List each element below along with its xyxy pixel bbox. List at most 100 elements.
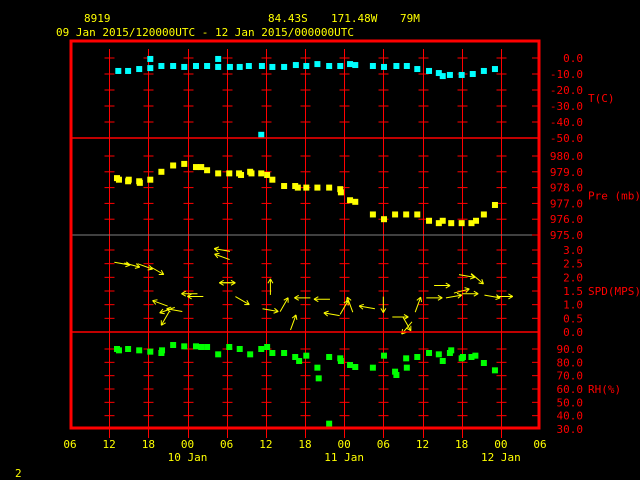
rh-point (192, 343, 199, 350)
temp-point (236, 63, 243, 70)
station-latitude: 84.43S (268, 12, 308, 25)
rh-point (435, 351, 442, 358)
y-tick-label: 0.0 (563, 52, 583, 65)
temp-point (245, 63, 252, 69)
rh-point (204, 344, 211, 350)
grid (104, 49, 507, 438)
rh-point (264, 344, 271, 350)
wind-arrow (149, 266, 165, 275)
x-tick-label: 12 (416, 438, 429, 451)
rh-point (258, 346, 265, 352)
wind-arrow-head (358, 303, 365, 307)
pres-point (238, 171, 245, 178)
pres-point (426, 217, 433, 224)
rh-point (414, 354, 421, 360)
temp-point (303, 63, 310, 69)
rh-point (314, 364, 321, 371)
temp-point (147, 65, 154, 72)
pres-point (303, 184, 310, 191)
temp-point (337, 63, 344, 69)
y-tick-label: 80.0 (557, 356, 584, 369)
pres-point (458, 220, 465, 227)
temp-point (426, 67, 433, 74)
temp-point (192, 63, 199, 69)
rh-point (115, 347, 122, 354)
rh-point (480, 360, 487, 366)
pres-point (158, 168, 165, 175)
wind-arrow (267, 278, 274, 295)
pres-point (115, 176, 122, 183)
pres-point (198, 164, 205, 171)
temp-point (393, 63, 400, 69)
y-tick-label: 30.0 (557, 423, 584, 436)
rh-point (337, 358, 344, 364)
x-tick-label: 12 (103, 438, 116, 451)
pres-point (204, 167, 211, 174)
wind-arrow (392, 314, 409, 320)
y-tick-label: 50.0 (557, 396, 584, 409)
pres-point (147, 176, 154, 183)
temp-point (258, 63, 265, 69)
rh-point (472, 352, 479, 359)
pres-point (264, 171, 271, 178)
pres-point (125, 176, 132, 183)
x-tick-label: 06 (377, 438, 390, 451)
y-tick-label: 2.0 (563, 271, 583, 284)
wind-arrow (470, 273, 484, 285)
rh-point (296, 358, 303, 364)
rh-point (326, 420, 333, 427)
temp-point (380, 63, 387, 70)
pres-point (380, 216, 387, 223)
temp-point (136, 66, 143, 73)
y-tick-label: 977.0 (550, 197, 583, 210)
temp-point (326, 63, 333, 69)
meteogram-plot: 8919 84.43S 171.48W 79M 09 Jan 2015/1200… (15, 12, 640, 480)
temp-point (369, 63, 376, 69)
temp-point (181, 63, 188, 70)
wind-arrow-head (125, 264, 131, 268)
rh-point (236, 346, 243, 352)
pres-point (337, 189, 344, 196)
pres-point (369, 211, 376, 218)
temp-point (125, 67, 132, 74)
wind-arrow (445, 292, 463, 299)
rh-point (393, 372, 400, 378)
station-longitude: 171.48W (331, 12, 378, 25)
temp-point (480, 67, 487, 74)
temp-point (258, 131, 265, 138)
temp-point (469, 71, 476, 77)
rh-point (439, 358, 446, 364)
y-tick-label: -50.0 (550, 132, 583, 145)
rh-point (426, 350, 433, 356)
x-tick-label: 06 (63, 438, 76, 451)
wind-arrow (484, 294, 501, 301)
station-id: 8919 (84, 12, 111, 25)
wind-arrow-head (159, 312, 165, 315)
date-label: 10 Jan (168, 451, 208, 464)
y-tick-label: 70.0 (557, 370, 584, 383)
rh-point (347, 362, 354, 368)
wind-arrow (434, 282, 451, 289)
y-tick-label: 978.0 (550, 182, 583, 195)
pres-point (258, 170, 265, 177)
wind-arrow (290, 314, 298, 331)
pres-point (192, 164, 199, 171)
y-tick-label: 2.5 (563, 258, 583, 271)
rh-point (181, 343, 188, 350)
y-tick-label: 90.0 (557, 343, 584, 356)
station-elevation: 79M (400, 12, 420, 25)
rh-point (352, 364, 359, 370)
temp-point (403, 63, 410, 69)
y-tick-label: -40.0 (550, 116, 583, 129)
y-tick-label: 975.0 (550, 229, 583, 242)
wind-arrow (124, 262, 141, 269)
rh-point (315, 375, 322, 382)
wind-arrow (235, 296, 250, 306)
x-tick-label: 06 (220, 438, 233, 451)
rh-point (215, 351, 222, 358)
panel-label-rh: RH(%) (588, 383, 621, 396)
y-tick-label: 0.5 (563, 312, 583, 325)
temp-point (458, 71, 465, 78)
temp-point (352, 62, 359, 69)
rh-point (125, 346, 132, 352)
